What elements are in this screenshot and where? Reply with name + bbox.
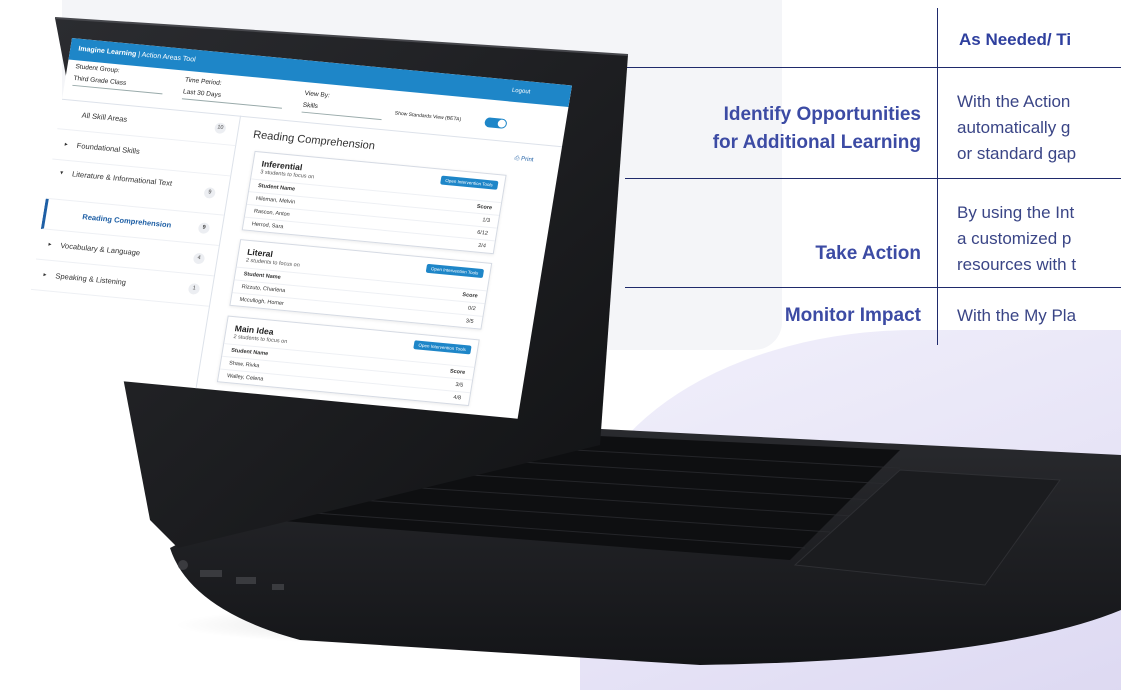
sidebar-item-label: Reading Comprehension	[81, 212, 172, 230]
view-by-select[interactable]: Skills	[301, 99, 384, 121]
count-badge: 9	[197, 222, 211, 235]
app-screen: Imagine Learning | Action Areas Tool Log…	[17, 38, 573, 419]
caret-right-icon: ▸	[64, 141, 69, 149]
focus-card-literal: Literal 2 students to focus on Open Inte…	[229, 239, 493, 330]
port	[200, 570, 222, 577]
student-score: 3/5	[454, 381, 464, 389]
view-by-label: View By:	[304, 90, 331, 100]
student-score: 6/12	[476, 229, 489, 237]
count-badge: 9	[203, 186, 217, 199]
time-period-label: Time Period:	[184, 76, 223, 87]
student-score: 0/2	[467, 305, 477, 313]
standards-toggle[interactable]	[484, 117, 508, 129]
focus-card-inferential: Inferential 3 students to focus on Open …	[241, 150, 507, 255]
col-header-name: Student Name	[257, 183, 296, 193]
student-group-select[interactable]: Third Grade Class	[72, 73, 165, 95]
caret-right-icon: ▸	[47, 241, 52, 248]
sidebar-item-label: Vocabulary & Language	[59, 240, 141, 258]
app-brand: Imagine Learning	[77, 45, 137, 58]
main-panel: Reading Comprehension ⎙ Print Inferentia…	[205, 117, 550, 419]
logout-link[interactable]: Logout	[510, 80, 532, 103]
student-score: 2/4	[477, 242, 487, 250]
student-score: 1/3	[481, 217, 491, 224]
student-name: Rascon, Anton	[253, 208, 291, 218]
student-name: Mccullogh, Homer	[239, 296, 285, 307]
student-score: 4/8	[452, 394, 462, 402]
standards-toggle-label: Show Standards View (BETA)	[394, 110, 462, 123]
sidebar-item-label: Literature & Informational Text	[71, 169, 173, 188]
focus-card-main-idea: Main Idea 2 students to focus on Open In…	[216, 315, 480, 407]
col-header-name: Student Name	[243, 271, 282, 281]
col-header-name: Student Name	[230, 347, 269, 358]
app-title: | Action Areas Tool	[137, 51, 197, 64]
sidebar-item-label: Speaking & Listening	[54, 271, 127, 287]
port	[272, 584, 284, 590]
count-badge: 4	[192, 252, 206, 265]
time-period-select[interactable]: Last 30 Days	[181, 86, 284, 109]
student-name: Walley, Celena	[226, 373, 264, 383]
student-score: 3/5	[465, 318, 474, 325]
sidebar-item-label: All Skill Areas	[81, 110, 128, 124]
print-label: Print	[520, 156, 534, 164]
sidebar-item-label: Foundational Skills	[76, 141, 141, 156]
caret-right-icon: ▸	[42, 272, 47, 279]
student-group-label: Student Group:	[74, 63, 121, 75]
student-name: Hileman, Melvin	[255, 195, 296, 206]
student-name: Shaw, Rivka	[228, 360, 260, 370]
port	[178, 560, 188, 570]
count-badge: 1	[187, 283, 201, 295]
student-name: Herrod, Sara	[251, 221, 284, 231]
port	[236, 577, 256, 584]
caret-down-icon: ▾	[59, 170, 64, 177]
count-badge: 10	[213, 122, 227, 135]
